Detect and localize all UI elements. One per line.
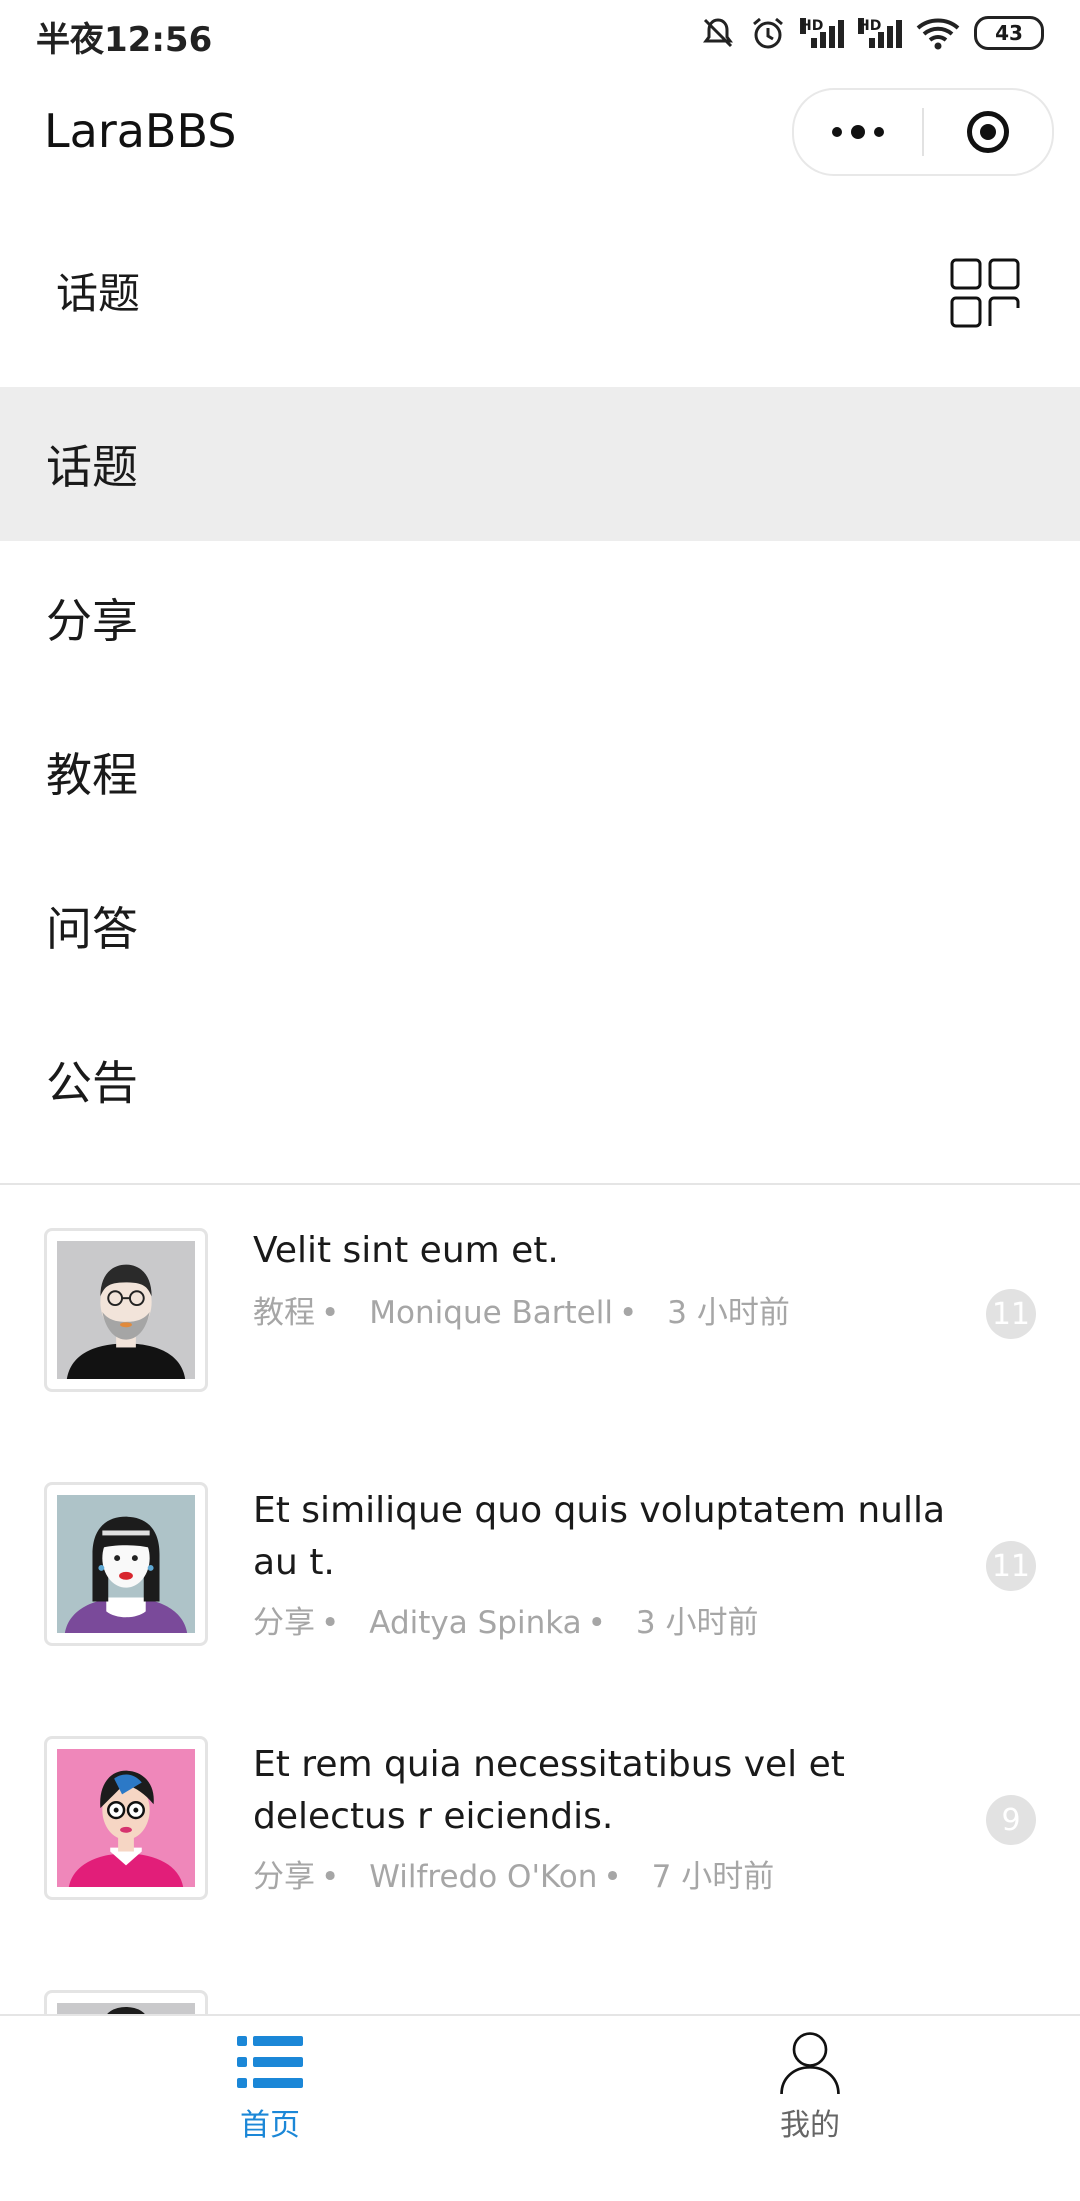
reply-count-badge: 11 <box>985 1289 1036 1339</box>
reply-count-badge: 11 <box>985 1541 1036 1591</box>
wifi-icon <box>916 18 960 50</box>
close-mini-program-button[interactable] <box>924 90 1052 174</box>
avatar[interactable] <box>44 1482 208 1646</box>
category-menu: 话题 分享 教程 问答 公告 <box>0 387 1080 1157</box>
menu-item-qa[interactable]: 问答 <box>0 849 1080 1003</box>
status-bar: 半夜12:56 HD HD 43 <box>0 0 1080 66</box>
topic-title[interactable]: Velit sint eum et. <box>253 1225 993 1277</box>
topic-author[interactable]: Aditya Spinka <box>369 1605 581 1641</box>
topic-row[interactable]: Et rem quia necessitatibus vel et delect… <box>0 1693 1080 1947</box>
reply-count-badge: 9 <box>986 1795 1036 1845</box>
status-icons: HD HD 43 <box>700 12 1044 54</box>
app-title: LaraBBS <box>44 104 237 158</box>
tab-home[interactable]: 首页 <box>0 2016 540 2162</box>
avatar[interactable] <box>44 1736 208 1900</box>
topic-meta: 分享 • Aditya Spinka • 3 小时前 <box>253 1605 759 1641</box>
signal-hd-2-icon: HD <box>858 18 902 48</box>
target-icon <box>967 111 1009 153</box>
mini-program-capsule <box>792 88 1054 176</box>
topic-title[interactable]: Et rem quia necessitatibus vel et delect… <box>253 1739 993 1843</box>
topic-category[interactable]: 教程 <box>253 1295 315 1331</box>
signal-hd-1-icon: HD <box>800 18 844 48</box>
menu-item-topics[interactable]: 话题 <box>0 387 1080 541</box>
list-icon <box>237 2036 303 2088</box>
alarm-icon <box>753 17 783 49</box>
topic-time: 3 小时前 <box>635 1605 759 1641</box>
avatar-woman-pink-icon <box>57 1749 195 1887</box>
topic-row[interactable]: Velit sint eum et. 教程 • Monique Bartell • 3 … <box>0 1185 1080 1439</box>
tab-bar: 首页 我的 <box>0 2014 1080 2162</box>
avatar-man-glasses-icon <box>57 1241 195 1379</box>
topic-time: 7 小时前 <box>651 1859 775 1895</box>
current-category-label: 话题 <box>56 269 141 318</box>
avatar[interactable] <box>44 1228 208 1392</box>
menu-item-tutorial[interactable]: 教程 <box>0 695 1080 849</box>
avatar-woman-bangs-icon <box>57 1495 195 1633</box>
topic-author[interactable]: Wilfredo O'Kon <box>369 1859 597 1895</box>
tab-me[interactable]: 我的 <box>540 2016 1080 2162</box>
topic-time: 3 小时前 <box>667 1295 790 1331</box>
mute-bell-icon <box>703 18 733 48</box>
topic-category[interactable]: 分享 <box>253 1605 315 1641</box>
status-time: 半夜12:56 <box>36 20 213 60</box>
more-dots-icon <box>832 125 884 139</box>
grid-menu-icon[interactable] <box>950 258 1020 328</box>
user-icon <box>780 2032 840 2094</box>
topic-category[interactable]: 分享 <box>253 1859 315 1895</box>
tab-me-label: 我的 <box>780 2108 840 2143</box>
topic-meta: 教程 • Monique Bartell • 3 小时前 <box>253 1295 790 1331</box>
topic-author[interactable]: Monique Bartell <box>369 1295 613 1331</box>
menu-item-announcement[interactable]: 公告 <box>0 1003 1080 1157</box>
topic-title[interactable]: Et similique quo quis voluptatem nulla a… <box>253 1485 993 1589</box>
tab-home-label: 首页 <box>240 2108 300 2143</box>
topic-row[interactable]: Et similique quo quis voluptatem nulla a… <box>0 1439 1080 1693</box>
more-button[interactable] <box>794 90 922 174</box>
menu-item-share[interactable]: 分享 <box>0 541 1080 695</box>
battery-icon: 43 <box>974 16 1044 50</box>
category-header[interactable]: 话题 <box>0 218 1080 358</box>
nav-bar: LaraBBS <box>0 66 1080 198</box>
topic-meta: 分享 • Wilfredo O'Kon • 7 小时前 <box>253 1859 775 1895</box>
